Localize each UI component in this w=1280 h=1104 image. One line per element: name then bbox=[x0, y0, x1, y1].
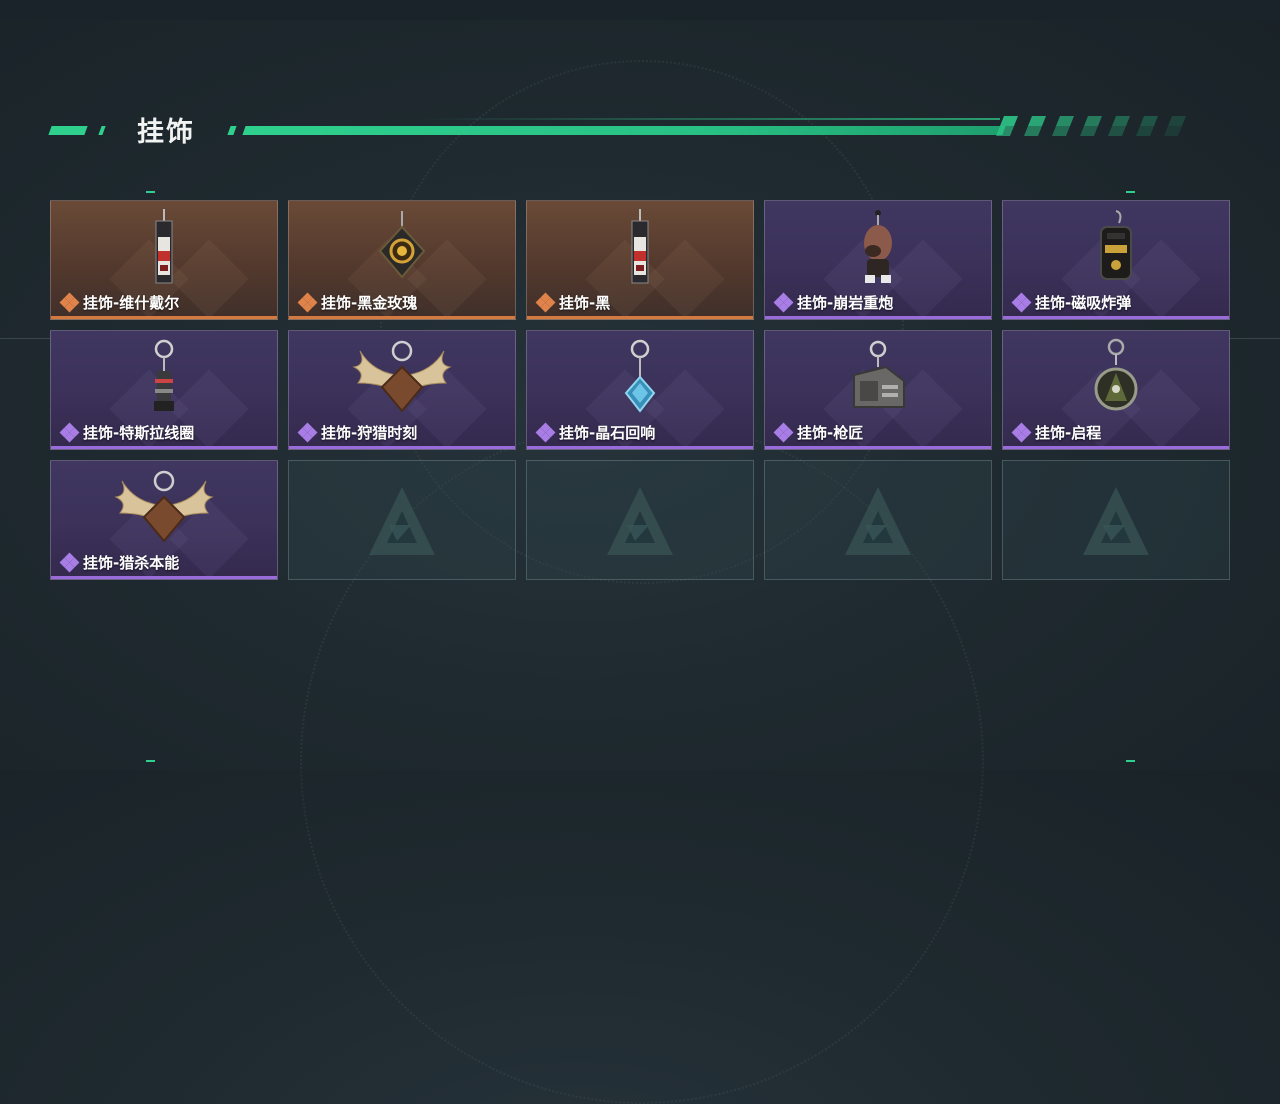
header-accent bbox=[227, 126, 237, 135]
charm-card[interactable]: 挂饰-崩岩重炮 bbox=[764, 200, 992, 320]
side-line-left bbox=[0, 338, 50, 339]
rarity-band bbox=[765, 446, 991, 449]
antler-charm-icon bbox=[114, 470, 214, 543]
charm-name: 挂饰-狩猎时刻 bbox=[321, 424, 418, 442]
medal-charm-icon bbox=[1094, 338, 1138, 411]
charm-label: 挂饰-崩岩重炮 bbox=[773, 292, 894, 313]
charm-name: 挂饰-黑 bbox=[559, 294, 611, 312]
crystal-charm-icon bbox=[624, 339, 656, 413]
triangle-logo-icon bbox=[845, 487, 911, 555]
header-accent bbox=[98, 126, 106, 135]
charm-card[interactable]: 挂饰-狩猎时刻 bbox=[288, 330, 516, 450]
header-thin-line bbox=[420, 118, 1000, 120]
tall-tag-charm-icon bbox=[155, 209, 173, 284]
charm-card[interactable]: 挂饰-磁吸炸弹 bbox=[1002, 200, 1230, 320]
top-bar bbox=[0, 0, 1280, 20]
charm-label: 挂饰-特斯拉线圈 bbox=[59, 422, 195, 443]
section-title: 挂饰 bbox=[137, 117, 195, 148]
charm-name: 挂饰-黑金玫瑰 bbox=[321, 294, 418, 312]
rarity-diamond-icon bbox=[535, 422, 556, 442]
header-bar bbox=[242, 126, 1006, 135]
charm-label: 挂饰-黑 bbox=[535, 292, 611, 313]
rarity-diamond-icon bbox=[59, 422, 80, 442]
rarity-diamond-icon bbox=[1011, 292, 1032, 312]
rarity-band bbox=[51, 316, 277, 319]
empty-slot[interactable] bbox=[288, 460, 516, 580]
charm-card[interactable]: 挂饰-枪匠 bbox=[764, 330, 992, 450]
rarity-band bbox=[289, 446, 515, 449]
charm-name: 挂饰-维什戴尔 bbox=[83, 294, 180, 312]
rarity-band bbox=[1003, 446, 1229, 449]
charm-card[interactable]: 挂饰-维什戴尔 bbox=[50, 200, 278, 320]
rarity-diamond-icon bbox=[59, 292, 80, 312]
corner-tick bbox=[146, 760, 155, 762]
workbench-charm-icon bbox=[853, 340, 905, 408]
charm-label: 挂饰-维什戴尔 bbox=[59, 292, 180, 313]
rarity-diamond-icon bbox=[59, 552, 80, 572]
rarity-diamond-icon bbox=[297, 422, 318, 442]
rarity-band bbox=[51, 576, 277, 579]
triangle-logo-icon bbox=[369, 487, 435, 555]
rarity-diamond-icon bbox=[535, 292, 556, 312]
side-line-right bbox=[1230, 338, 1280, 339]
tall-tag-charm-icon bbox=[631, 209, 649, 284]
charm-card[interactable]: 挂饰-晶石回响 bbox=[526, 330, 754, 450]
charm-name: 挂饰-枪匠 bbox=[797, 424, 864, 442]
rose-pendant-charm-icon bbox=[378, 211, 426, 279]
charm-name: 挂饰-磁吸炸弹 bbox=[1035, 294, 1132, 312]
charm-label: 挂饰-晶石回响 bbox=[535, 422, 656, 443]
header-accent bbox=[48, 126, 88, 135]
bomb-charm-icon bbox=[1100, 210, 1132, 280]
rarity-band bbox=[1003, 316, 1229, 319]
rarity-band bbox=[527, 316, 753, 319]
charm-label: 挂饰-猎杀本能 bbox=[59, 552, 180, 573]
empty-slot[interactable] bbox=[526, 460, 754, 580]
figure-charm-icon bbox=[864, 210, 892, 283]
rarity-diamond-icon bbox=[1011, 422, 1032, 442]
rarity-diamond-icon bbox=[773, 292, 794, 312]
charm-label: 挂饰-枪匠 bbox=[773, 422, 864, 443]
charm-label: 挂饰-狩猎时刻 bbox=[297, 422, 418, 443]
charm-card[interactable]: 挂饰-猎杀本能 bbox=[50, 460, 278, 580]
charm-label: 挂饰-磁吸炸弹 bbox=[1011, 292, 1132, 313]
rarity-diamond-icon bbox=[297, 292, 318, 312]
charm-label: 挂饰-启程 bbox=[1011, 422, 1102, 443]
charm-name: 挂饰-启程 bbox=[1035, 424, 1102, 442]
corner-tick bbox=[1126, 191, 1135, 193]
rarity-band bbox=[765, 316, 991, 319]
corner-tick bbox=[146, 191, 155, 193]
empty-slot[interactable] bbox=[764, 460, 992, 580]
section-header: 挂饰 bbox=[0, 100, 1280, 160]
charm-name: 挂饰-崩岩重炮 bbox=[797, 294, 894, 312]
corner-tick bbox=[1126, 760, 1135, 762]
header-checker-pattern bbox=[996, 116, 1186, 136]
charm-name: 挂饰-特斯拉线圈 bbox=[83, 424, 195, 442]
rarity-diamond-icon bbox=[773, 422, 794, 442]
rarity-band bbox=[527, 446, 753, 449]
charm-card[interactable]: 挂饰-特斯拉线圈 bbox=[50, 330, 278, 450]
triangle-logo-icon bbox=[607, 487, 673, 555]
antler-charm-icon bbox=[352, 340, 452, 413]
charm-name: 挂饰-晶石回响 bbox=[559, 424, 656, 442]
charm-name: 挂饰-猎杀本能 bbox=[83, 554, 180, 572]
charm-card[interactable]: 挂饰-启程 bbox=[1002, 330, 1230, 450]
empty-slot[interactable] bbox=[1002, 460, 1230, 580]
triangle-logo-icon bbox=[1083, 487, 1149, 555]
rarity-band bbox=[289, 316, 515, 319]
charm-card[interactable]: 挂饰-黑金玫瑰 bbox=[288, 200, 516, 320]
charm-card[interactable]: 挂饰-黑 bbox=[526, 200, 754, 320]
coil-charm-icon bbox=[154, 339, 174, 411]
charm-label: 挂饰-黑金玫瑰 bbox=[297, 292, 418, 313]
rarity-band bbox=[51, 446, 277, 449]
